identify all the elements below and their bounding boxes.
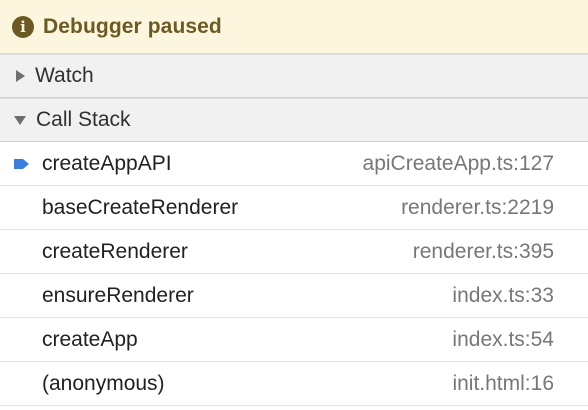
debugger-paused-text: Debugger paused (43, 14, 222, 38)
collapse-triangle-icon (14, 115, 26, 125)
info-icon: i (12, 15, 34, 38)
call-stack-section-header[interactable]: Call Stack (0, 98, 588, 142)
call-frame-function: createRenderer (42, 239, 188, 263)
frame-indicator-slot (0, 318, 42, 361)
call-stack-list: createAppAPI apiCreateApp.ts:127 baseCre… (0, 142, 588, 406)
frame-indicator-slot (0, 230, 42, 273)
frame-indicator-slot (0, 274, 42, 317)
call-frame-location[interactable]: init.html:16 (452, 372, 588, 396)
call-frame-row[interactable]: ensureRenderer index.ts:33 (0, 274, 588, 318)
frame-indicator-slot (0, 186, 42, 229)
call-frame-row[interactable]: (anonymous) init.html:16 (0, 362, 588, 406)
call-frame-location[interactable]: renderer.ts:2219 (401, 196, 588, 220)
frame-indicator-slot (0, 362, 42, 405)
current-frame-indicator (0, 142, 42, 185)
watch-section-label: Watch (35, 64, 94, 87)
call-frame-row[interactable]: createAppAPI apiCreateApp.ts:127 (0, 142, 588, 186)
debugger-sidebar: i Debugger paused Watch Call Stack creat… (0, 0, 588, 410)
call-frame-location[interactable]: index.ts:54 (452, 328, 588, 352)
watch-section-header[interactable]: Watch (0, 54, 588, 98)
expand-triangle-icon (16, 70, 25, 82)
current-frame-arrow-icon (14, 158, 29, 169)
call-stack-section-label: Call Stack (36, 108, 131, 131)
debugger-paused-banner: i Debugger paused (0, 0, 588, 54)
call-frame-location[interactable]: apiCreateApp.ts:127 (363, 152, 588, 176)
call-frame-location[interactable]: index.ts:33 (452, 284, 588, 308)
call-frame-function: createApp (42, 327, 138, 351)
call-frame-function: createAppAPI (42, 151, 172, 175)
call-frame-function: (anonymous) (42, 371, 165, 395)
call-frame-row[interactable]: createRenderer renderer.ts:395 (0, 230, 588, 274)
call-frame-row[interactable]: baseCreateRenderer renderer.ts:2219 (0, 186, 588, 230)
call-frame-location[interactable]: renderer.ts:395 (413, 240, 588, 264)
call-frame-function: baseCreateRenderer (42, 195, 239, 219)
call-frame-row[interactable]: createApp index.ts:54 (0, 318, 588, 362)
call-frame-function: ensureRenderer (42, 283, 194, 307)
